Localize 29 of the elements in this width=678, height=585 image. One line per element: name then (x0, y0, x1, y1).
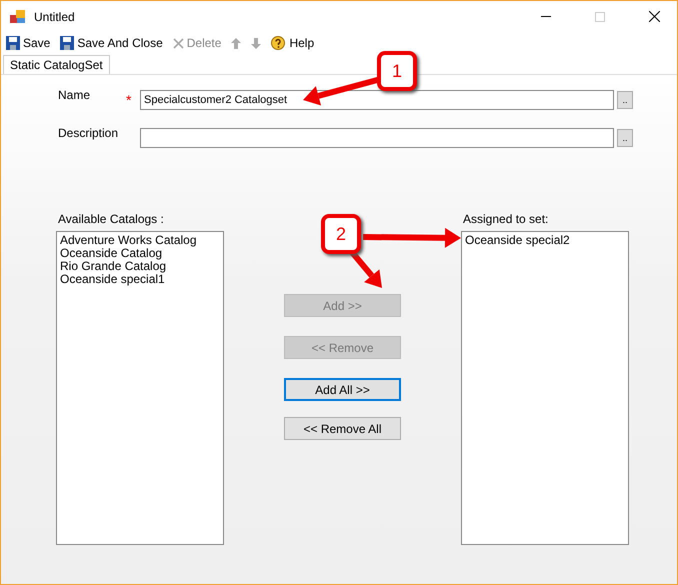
transfer-button[interactable]: Add All >> (284, 378, 401, 401)
callout-number: 2 (321, 214, 361, 254)
text-field[interactable] (140, 128, 614, 148)
toolbar-button[interactable]: Save And Close (58, 36, 165, 50)
delete-icon (172, 38, 184, 48)
tab[interactable]: Static CatalogSet (3, 55, 110, 74)
list-item[interactable]: Oceanside Catalog (60, 247, 220, 260)
list-item[interactable]: Adventure Works Catalog (60, 234, 220, 247)
browse-button[interactable]: .. (617, 91, 633, 109)
help-icon (271, 36, 286, 50)
list-label: Available Catalogs : (57, 212, 165, 226)
down-arrow-icon (251, 38, 262, 48)
list-item[interactable]: Oceanside special1 (60, 273, 220, 286)
window-title: Untitled (34, 10, 76, 24)
close-icon[interactable] (648, 11, 660, 22)
toolbar-button[interactable]: Help (269, 36, 316, 50)
transfer-button[interactable]: << Remove All (284, 417, 401, 440)
list-item[interactable]: Rio Grande Catalog (60, 260, 220, 273)
list-item[interactable]: Oceanside special2 (465, 234, 625, 247)
field-label: Description (57, 126, 120, 140)
required-mark: * (126, 92, 132, 108)
list-label: Assigned to set: (462, 212, 550, 226)
toolbar-button[interactable]: Save (4, 36, 52, 50)
field-label: Name (57, 88, 92, 102)
callout-number: 1 (377, 51, 417, 91)
browse-button[interactable]: .. (617, 129, 633, 147)
app-icon (10, 10, 26, 24)
up-arrow-icon (231, 38, 242, 48)
text-field[interactable]: Specialcustomer2 Catalogset (140, 90, 614, 110)
